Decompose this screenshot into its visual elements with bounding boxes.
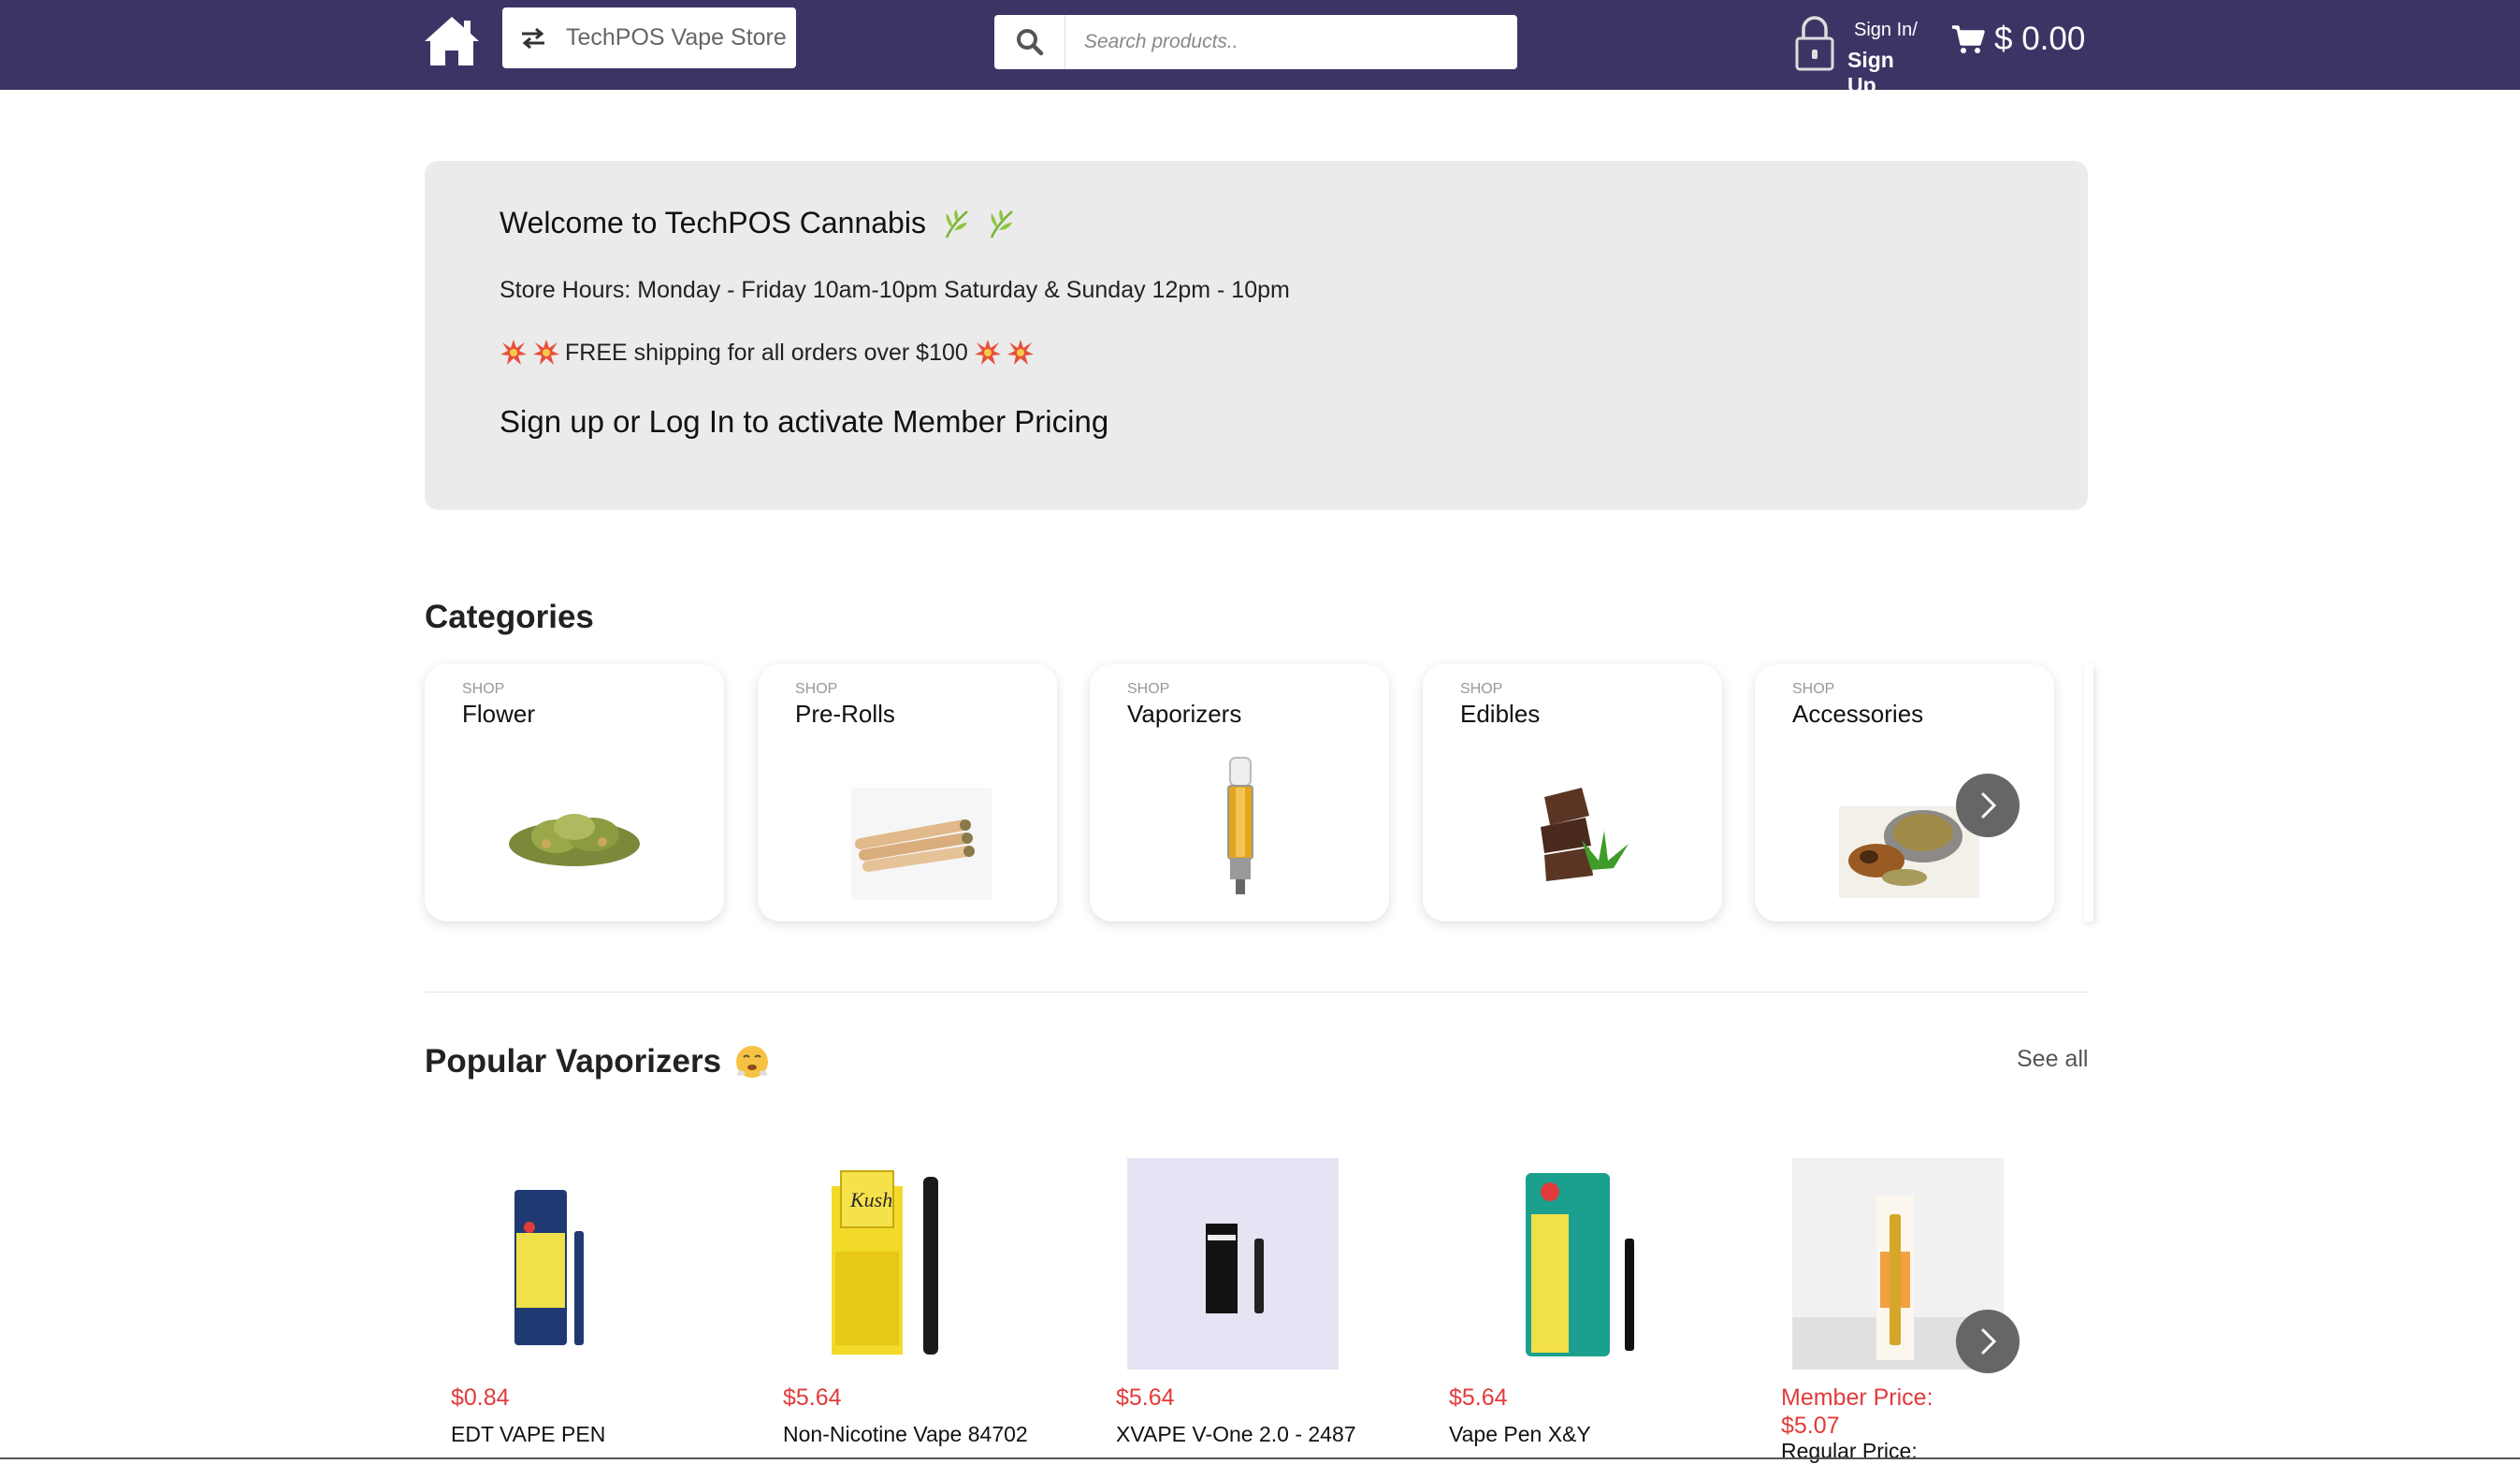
category-shop-label: SHOP (795, 681, 838, 697)
category-card-vaporizers[interactable]: SHOP Vaporizers (1090, 664, 1389, 921)
product-search (994, 15, 1517, 69)
product-price: $5.64 (1116, 1384, 1175, 1411)
category-shop-label: SHOP (1792, 681, 1835, 697)
sign-up-link[interactable]: Sign Up (1847, 48, 1927, 98)
shipping-text: FREE shipping for all orders over $100 (565, 339, 968, 366)
popular-next-button[interactable] (1956, 1310, 2020, 1373)
product-card-edt-vape-pen[interactable]: $0.84 EDT VAPE PEN (425, 1158, 724, 1459)
category-name: Accessories (1792, 700, 1924, 728)
welcome-title: Welcome to TechPOS Cannabis (500, 206, 1016, 240)
category-name: Pre-Rolls (795, 700, 895, 728)
chevron-right-icon (1981, 792, 1997, 819)
regular-price-label: Regular Price: (1781, 1439, 1918, 1463)
member-price-label: Member Price: (1781, 1384, 1933, 1411)
category-name: Flower (462, 700, 536, 728)
category-card-flower[interactable]: SHOP Flower (425, 664, 724, 921)
store-selector[interactable]: TechPOS Vape Store (502, 7, 796, 68)
chocolate-image (1541, 788, 1629, 881)
cart-icon (1952, 25, 1985, 53)
popular-heading-text: Popular Vaporizers (425, 1043, 722, 1080)
product-name[interactable]: Vape Pen X&Y (1449, 1422, 1591, 1447)
product-card-non-nicotine-vape[interactable]: Kush $5.64 Non-Nicotine Vape 84702 (757, 1158, 1056, 1459)
product-name[interactable]: XVAPE V-One 2.0 - 2487 (1116, 1422, 1356, 1447)
member-pricing-notice: Sign up or Log In to activate Member Pri… (500, 404, 1109, 439)
product-image: Kush (832, 1170, 938, 1355)
collision-icon (500, 340, 527, 365)
category-card-next-peek (2084, 664, 2093, 921)
herb-icon (945, 209, 968, 239)
top-navigation-bar: TechPOS Vape Store Sign In/ Sign Up $ 0.… (0, 0, 2520, 97)
category-shop-label: SHOP (1127, 681, 1170, 697)
shipping-notice: FREE shipping for all orders over $100 (500, 339, 1039, 367)
welcome-banner: Welcome to TechPOS Cannabis Store Hours:… (425, 161, 2088, 510)
product-card-vape-pen-xy[interactable]: $5.64 Vape Pen X&Y (1423, 1158, 1722, 1459)
see-all-link[interactable]: See all (2017, 1046, 2088, 1073)
herb-icon (990, 209, 1013, 239)
search-icon[interactable] (994, 15, 1065, 69)
vape-cartridge-image (1227, 757, 1253, 894)
category-name: Vaporizers (1127, 700, 1242, 728)
categories-heading: Categories (425, 599, 594, 635)
pre-rolls-image (851, 788, 992, 900)
svg-text:Kush: Kush (849, 1188, 892, 1211)
swap-arrows-icon (522, 27, 544, 49)
flower-image (509, 814, 640, 866)
product-name[interactable]: EDT VAPE PEN (451, 1422, 605, 1447)
lock-icon (1795, 16, 1834, 71)
member-price-value: $5.07 (1781, 1413, 1840, 1439)
product-name[interactable]: Non-Nicotine Vape 84702 (783, 1422, 1028, 1447)
cart-button[interactable]: $ 0.00 (1951, 17, 2085, 62)
product-image (1127, 1158, 1339, 1370)
home-icon[interactable] (423, 15, 481, 67)
collision-icon (1007, 340, 1034, 365)
categories-next-button[interactable] (1956, 774, 2020, 837)
steam-face-emoji-icon (736, 1046, 769, 1078)
category-card-edibles[interactable]: SHOP Edibles (1423, 664, 1722, 921)
cart-total: $ 0.00 (1994, 21, 2086, 57)
store-hours: Store Hours: Monday - Friday 10am-10pm S… (500, 277, 1290, 303)
product-image (1526, 1173, 1634, 1356)
collision-icon (533, 340, 559, 365)
product-price: $5.64 (1449, 1384, 1508, 1411)
popular-vaporizers-heading: Popular Vaporizers (425, 1043, 770, 1080)
search-input[interactable] (1065, 19, 1505, 65)
sign-in-link[interactable]: Sign In/ (1854, 20, 1918, 41)
product-image (514, 1190, 584, 1345)
collision-icon (974, 340, 1001, 365)
section-divider (425, 992, 2088, 993)
category-shop-label: SHOP (462, 681, 505, 697)
product-card-member-price-item[interactable]: Member Price: $5.07 Regular Price: (1755, 1158, 2054, 1463)
chevron-right-icon (1981, 1328, 1997, 1355)
product-price: $0.84 (451, 1384, 510, 1411)
category-card-pre-rolls[interactable]: SHOP Pre-Rolls (758, 664, 1057, 921)
product-card-xvape-v-one[interactable]: $5.64 XVAPE V-One 2.0 - 2487 (1090, 1158, 1389, 1459)
account-link[interactable]: Sign In/ Sign Up (1794, 14, 1927, 97)
category-name: Edibles (1460, 700, 1541, 728)
welcome-title-text: Welcome to TechPOS Cannabis (500, 206, 926, 239)
store-name: TechPOS Vape Store (566, 24, 787, 51)
product-price: $5.64 (783, 1384, 842, 1411)
category-shop-label: SHOP (1460, 681, 1503, 697)
